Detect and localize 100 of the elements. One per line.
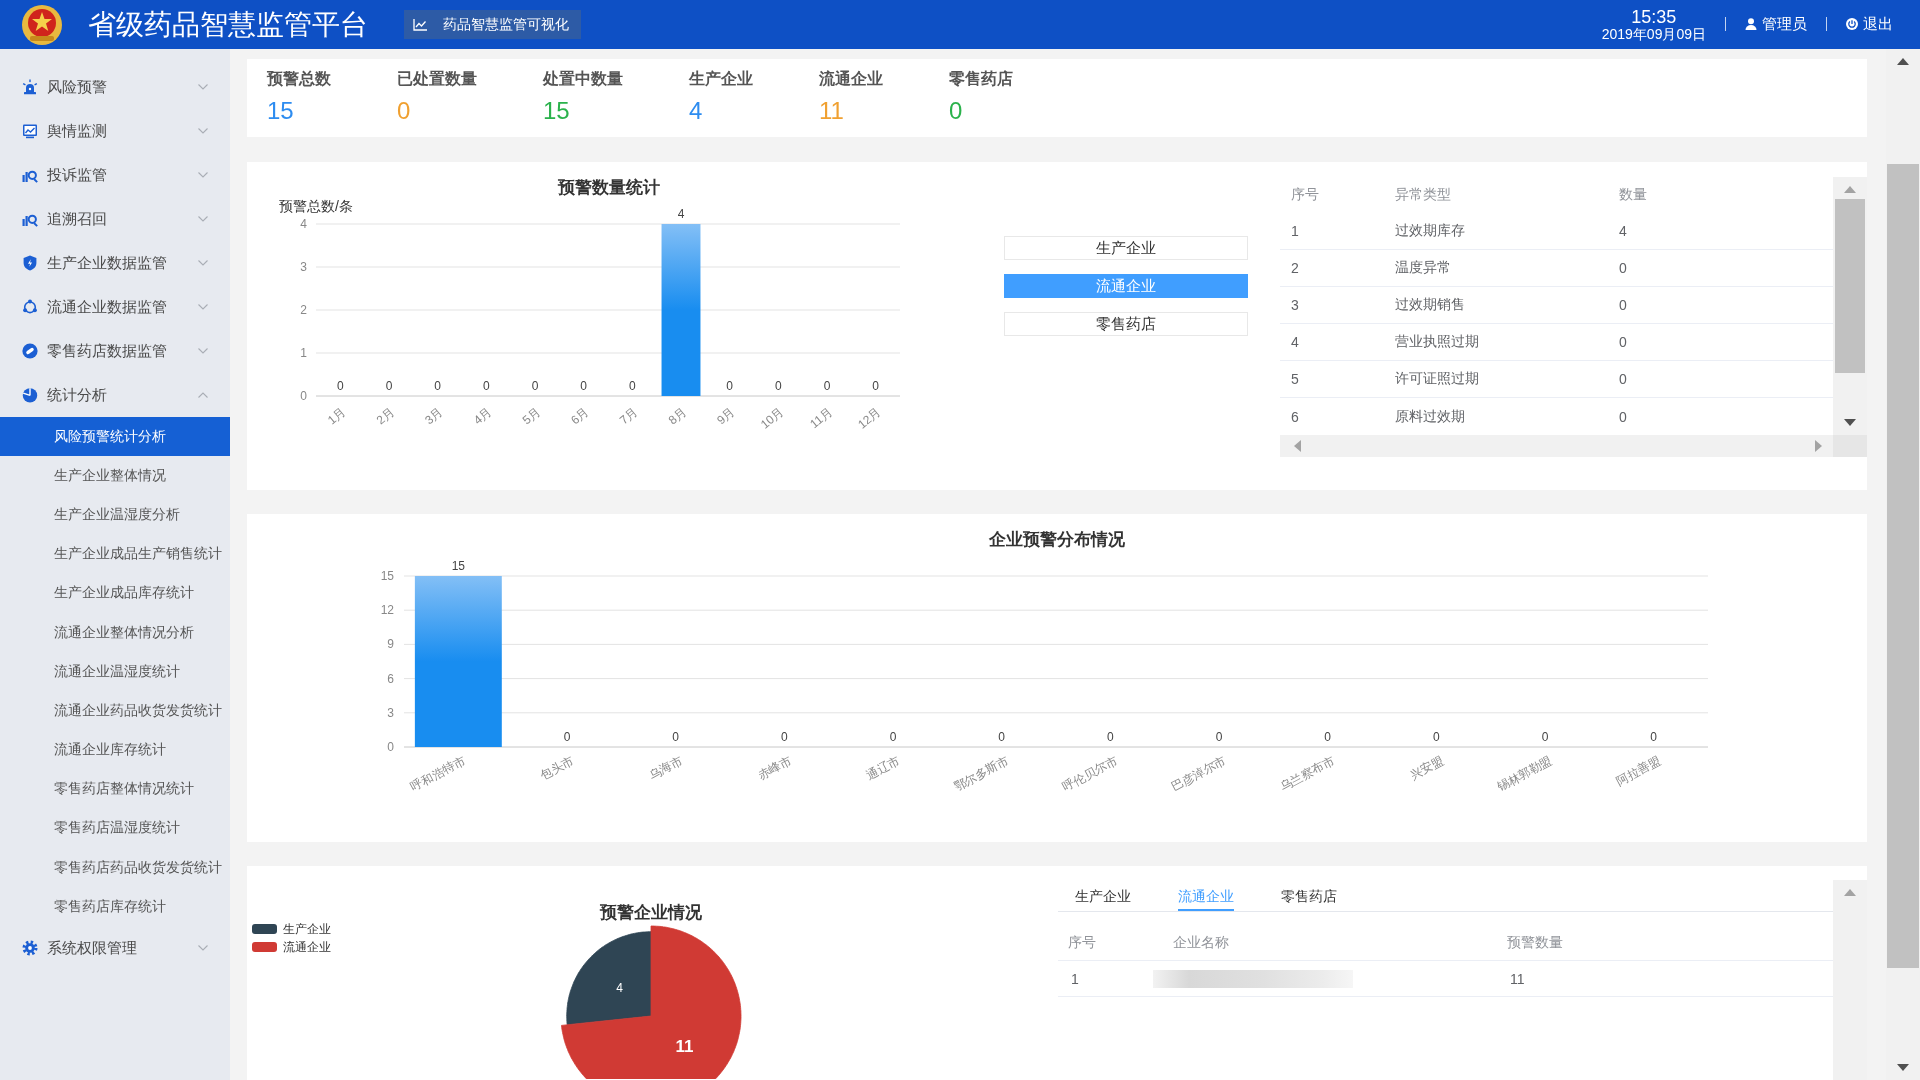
stat-label: 零售药店: [949, 69, 1013, 89]
chart-title: 预警数量统计: [558, 178, 660, 197]
filter-button[interactable]: 生产企业: [1004, 236, 1248, 260]
y-tick-label: 15: [380, 569, 394, 583]
user-menu[interactable]: 管理员: [1745, 15, 1807, 34]
data-label: 0: [775, 379, 782, 393]
sidebar-subitem[interactable]: 零售药店药品收货发货统计: [0, 848, 230, 888]
data-label: 15: [451, 559, 465, 573]
table-cell-text: 0: [1618, 297, 1628, 313]
sidebar-item[interactable]: 投诉监管: [0, 153, 230, 197]
sidebar-item[interactable]: 系统权限管理: [0, 926, 230, 971]
logout-link[interactable]: 退出: [1846, 15, 1893, 34]
stat-label: 流通企业: [819, 69, 883, 89]
column-header: 序号: [1067, 933, 1097, 952]
data-label: 0: [337, 379, 344, 393]
y-tick-label: 9: [387, 637, 394, 652]
legend-label: 流通企业: [283, 940, 331, 954]
x-tick-label: 鄂尔多斯市: [951, 753, 1012, 794]
sidebar-item[interactable]: 流通企业数据监管: [0, 285, 230, 329]
sidebar-item[interactable]: 生产企业数据监管: [0, 241, 230, 285]
x-tick-label: 锡林郭勒盟: [1494, 753, 1555, 794]
monitor-chart-icon: [22, 123, 38, 139]
x-tick-label: 3月: [422, 404, 446, 428]
table-cell-text: 过效期销售: [1394, 296, 1466, 314]
stat-value: 4: [689, 97, 704, 125]
table-cell-text: 温度异常: [1394, 259, 1452, 277]
sidebar-subitem[interactable]: 流通企业整体情况分析: [0, 612, 230, 653]
sidebar-item[interactable]: 统计分析: [0, 373, 230, 417]
scrollbar-thumb[interactable]: [1887, 164, 1919, 968]
x-tick-label: 赤峰市: [755, 753, 794, 783]
sidebar-subitem[interactable]: 流通企业药品收货发货统计: [0, 691, 230, 731]
sidebar-item[interactable]: 舆情监测: [0, 109, 230, 153]
scroll-left-arrow-icon[interactable]: [1294, 440, 1301, 452]
tab[interactable]: 生产企业: [1075, 881, 1131, 911]
sidebar-subitem[interactable]: 流通企业库存统计: [0, 730, 230, 770]
data-label: 0: [781, 730, 788, 744]
shield-icon: [22, 255, 38, 271]
x-tick-label: 包头市: [538, 753, 577, 783]
table-cell-text: 许可证照过期: [1394, 370, 1480, 388]
x-tick-label: 4月: [470, 404, 495, 428]
app-title: 省级药品智慧监管平台: [88, 7, 368, 42]
x-tick-label: 10月: [757, 404, 787, 432]
filter-button[interactable]: 零售药店: [1004, 312, 1248, 336]
table-cell-text: 原料过效期: [1394, 407, 1466, 426]
data-label: 0: [998, 730, 1005, 744]
pill-icon: [22, 343, 38, 359]
sidebar-subitem[interactable]: 风险预警统计分析: [0, 417, 230, 457]
x-tick-label: 7月: [616, 404, 641, 428]
data-label: 0: [1541, 730, 1549, 744]
stat-value: 15: [543, 97, 571, 125]
x-tick-label: 6月: [568, 404, 592, 428]
legend-label: 生产企业: [283, 922, 331, 936]
scroll-down-arrow-icon[interactable]: [1897, 1064, 1909, 1071]
x-tick-label: 兴安盟: [1407, 753, 1446, 783]
module-tab[interactable]: 药品智慧监管可视化: [404, 10, 581, 39]
table-cell-text: 11: [1509, 970, 1526, 987]
alarm-light-icon: [22, 79, 38, 95]
data-label: 0: [580, 379, 587, 393]
y-tick-label: 2: [300, 303, 307, 317]
gear-icon: [22, 940, 38, 957]
x-tick-label: 乌兰察布市: [1277, 753, 1338, 794]
scrollbar-thumb[interactable]: [1835, 199, 1865, 373]
sidebar-item[interactable]: 风险预警: [0, 65, 230, 109]
sidebar-subitem[interactable]: 生产企业温湿度分析: [0, 495, 230, 535]
x-tick-label: 11月: [807, 404, 835, 432]
scroll-up-arrow-icon[interactable]: [1897, 58, 1909, 65]
stat-value: 0: [397, 97, 412, 125]
axis-title: 预警总数/条: [279, 198, 353, 214]
sidebar-subitem[interactable]: 生产企业成品库存统计: [0, 573, 230, 613]
stat-label: 已处置数量: [397, 69, 477, 89]
y-tick-label: 4: [300, 217, 307, 231]
x-tick-label: 阿拉善盟: [1614, 753, 1664, 789]
stat-value: 11: [819, 97, 845, 125]
sidebar-item[interactable]: 追溯召回: [0, 197, 230, 241]
data-label: 0: [823, 379, 831, 393]
sidebar-subitem[interactable]: 流通企业温湿度统计: [0, 652, 230, 692]
scrollbar-track[interactable]: [1833, 880, 1867, 1080]
table-cell-text: 4: [1290, 334, 1300, 350]
scroll-right-arrow-icon[interactable]: [1815, 440, 1822, 452]
x-tick-label: 乌海市: [646, 753, 686, 783]
data-label: 0: [889, 730, 897, 744]
x-tick-label: 呼和浩特市: [408, 753, 468, 794]
sidebar-item[interactable]: 零售药店数据监管: [0, 329, 230, 373]
y-tick-label: 6: [387, 671, 394, 686]
tab[interactable]: 零售药店: [1281, 881, 1337, 911]
table-cell-text: 0: [1618, 408, 1628, 425]
data-label: 0: [672, 730, 679, 744]
y-tick-label: 3: [387, 705, 394, 720]
sidebar-subitem[interactable]: 生产企业成品生产销售统计: [0, 534, 230, 574]
sidebar-subitem[interactable]: 零售药店整体情况统计: [0, 769, 230, 809]
scroll-down-arrow-icon[interactable]: [1844, 419, 1856, 426]
data-label: 4: [677, 207, 685, 221]
x-tick-label: 通辽市: [864, 753, 903, 783]
sidebar-subitem[interactable]: 零售药店温湿度统计: [0, 808, 230, 849]
x-tick-label: 9月: [714, 404, 738, 428]
sidebar-subitem[interactable]: 生产企业整体情况: [0, 456, 230, 496]
slice-label: 4: [616, 980, 624, 995]
clock-date: 2019年09月09日: [1601, 26, 1706, 42]
x-tick-label: 1月: [324, 404, 349, 428]
sidebar-subitem[interactable]: 零售药店库存统计: [0, 887, 230, 927]
